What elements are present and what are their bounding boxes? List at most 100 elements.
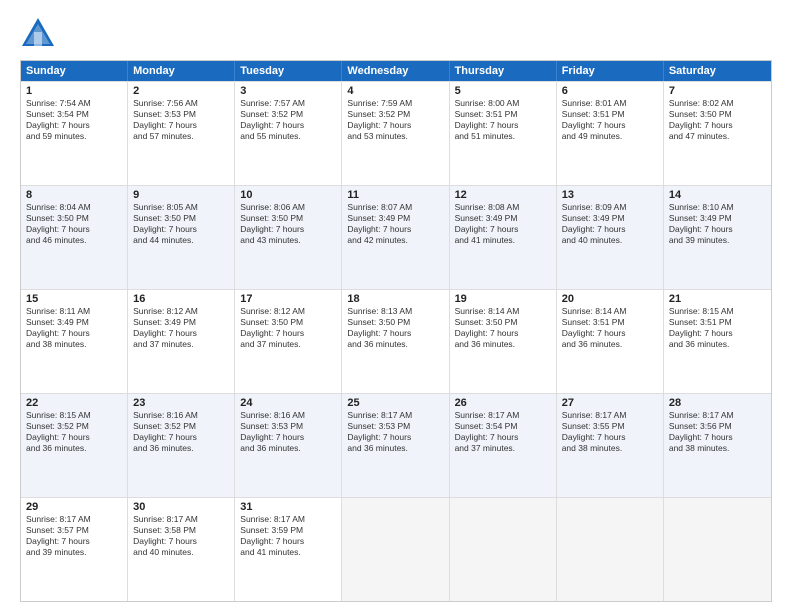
calendar-cell: 28Sunrise: 8:17 AM Sunset: 3:56 PM Dayli… — [664, 394, 771, 497]
cell-details: Sunrise: 8:10 AM Sunset: 3:49 PM Dayligh… — [669, 202, 766, 246]
header-day-saturday: Saturday — [664, 61, 771, 81]
day-number: 1 — [26, 85, 122, 97]
cell-details: Sunrise: 8:15 AM Sunset: 3:51 PM Dayligh… — [669, 306, 766, 350]
cell-details: Sunrise: 8:08 AM Sunset: 3:49 PM Dayligh… — [455, 202, 551, 246]
day-number: 29 — [26, 501, 122, 513]
day-number: 4 — [347, 85, 443, 97]
day-number: 21 — [669, 293, 766, 305]
cell-details: Sunrise: 8:17 AM Sunset: 3:55 PM Dayligh… — [562, 410, 658, 454]
day-number: 30 — [133, 501, 229, 513]
cell-details: Sunrise: 8:17 AM Sunset: 3:57 PM Dayligh… — [26, 514, 122, 558]
calendar-cell: 27Sunrise: 8:17 AM Sunset: 3:55 PM Dayli… — [557, 394, 664, 497]
day-number: 26 — [455, 397, 551, 409]
day-number: 14 — [669, 189, 766, 201]
calendar-cell: 16Sunrise: 8:12 AM Sunset: 3:49 PM Dayli… — [128, 290, 235, 393]
cell-details: Sunrise: 8:17 AM Sunset: 3:54 PM Dayligh… — [455, 410, 551, 454]
calendar-cell — [342, 498, 449, 601]
calendar-cell: 10Sunrise: 8:06 AM Sunset: 3:50 PM Dayli… — [235, 186, 342, 289]
cell-details: Sunrise: 8:00 AM Sunset: 3:51 PM Dayligh… — [455, 98, 551, 142]
calendar-row-5: 29Sunrise: 8:17 AM Sunset: 3:57 PM Dayli… — [21, 497, 771, 601]
day-number: 9 — [133, 189, 229, 201]
calendar-cell: 17Sunrise: 8:12 AM Sunset: 3:50 PM Dayli… — [235, 290, 342, 393]
calendar-cell: 14Sunrise: 8:10 AM Sunset: 3:49 PM Dayli… — [664, 186, 771, 289]
day-number: 31 — [240, 501, 336, 513]
calendar-cell: 3Sunrise: 7:57 AM Sunset: 3:52 PM Daylig… — [235, 82, 342, 185]
day-number: 18 — [347, 293, 443, 305]
calendar-cell: 2Sunrise: 7:56 AM Sunset: 3:53 PM Daylig… — [128, 82, 235, 185]
header-day-wednesday: Wednesday — [342, 61, 449, 81]
calendar-cell: 22Sunrise: 8:15 AM Sunset: 3:52 PM Dayli… — [21, 394, 128, 497]
calendar-body: 1Sunrise: 7:54 AM Sunset: 3:54 PM Daylig… — [21, 81, 771, 601]
calendar-cell: 6Sunrise: 8:01 AM Sunset: 3:51 PM Daylig… — [557, 82, 664, 185]
cell-details: Sunrise: 8:12 AM Sunset: 3:50 PM Dayligh… — [240, 306, 336, 350]
cell-details: Sunrise: 7:59 AM Sunset: 3:52 PM Dayligh… — [347, 98, 443, 142]
day-number: 17 — [240, 293, 336, 305]
calendar-cell: 4Sunrise: 7:59 AM Sunset: 3:52 PM Daylig… — [342, 82, 449, 185]
calendar-cell: 7Sunrise: 8:02 AM Sunset: 3:50 PM Daylig… — [664, 82, 771, 185]
day-number: 24 — [240, 397, 336, 409]
cell-details: Sunrise: 8:16 AM Sunset: 3:52 PM Dayligh… — [133, 410, 229, 454]
calendar-cell: 15Sunrise: 8:11 AM Sunset: 3:49 PM Dayli… — [21, 290, 128, 393]
calendar-row-3: 15Sunrise: 8:11 AM Sunset: 3:49 PM Dayli… — [21, 289, 771, 393]
calendar-cell: 5Sunrise: 8:00 AM Sunset: 3:51 PM Daylig… — [450, 82, 557, 185]
calendar-cell: 18Sunrise: 8:13 AM Sunset: 3:50 PM Dayli… — [342, 290, 449, 393]
header-day-monday: Monday — [128, 61, 235, 81]
calendar-cell: 29Sunrise: 8:17 AM Sunset: 3:57 PM Dayli… — [21, 498, 128, 601]
calendar-cell: 20Sunrise: 8:14 AM Sunset: 3:51 PM Dayli… — [557, 290, 664, 393]
cell-details: Sunrise: 8:12 AM Sunset: 3:49 PM Dayligh… — [133, 306, 229, 350]
cell-details: Sunrise: 8:17 AM Sunset: 3:59 PM Dayligh… — [240, 514, 336, 558]
cell-details: Sunrise: 8:07 AM Sunset: 3:49 PM Dayligh… — [347, 202, 443, 246]
calendar-cell: 26Sunrise: 8:17 AM Sunset: 3:54 PM Dayli… — [450, 394, 557, 497]
calendar-cell: 11Sunrise: 8:07 AM Sunset: 3:49 PM Dayli… — [342, 186, 449, 289]
calendar-cell: 23Sunrise: 8:16 AM Sunset: 3:52 PM Dayli… — [128, 394, 235, 497]
calendar-cell: 12Sunrise: 8:08 AM Sunset: 3:49 PM Dayli… — [450, 186, 557, 289]
logo-icon — [20, 16, 56, 52]
day-number: 16 — [133, 293, 229, 305]
calendar-cell: 8Sunrise: 8:04 AM Sunset: 3:50 PM Daylig… — [21, 186, 128, 289]
calendar-cell — [450, 498, 557, 601]
header-day-sunday: Sunday — [21, 61, 128, 81]
day-number: 28 — [669, 397, 766, 409]
calendar-row-1: 1Sunrise: 7:54 AM Sunset: 3:54 PM Daylig… — [21, 81, 771, 185]
day-number: 20 — [562, 293, 658, 305]
cell-details: Sunrise: 8:17 AM Sunset: 3:58 PM Dayligh… — [133, 514, 229, 558]
day-number: 11 — [347, 189, 443, 201]
cell-details: Sunrise: 8:17 AM Sunset: 3:53 PM Dayligh… — [347, 410, 443, 454]
cell-details: Sunrise: 8:15 AM Sunset: 3:52 PM Dayligh… — [26, 410, 122, 454]
day-number: 22 — [26, 397, 122, 409]
cell-details: Sunrise: 8:01 AM Sunset: 3:51 PM Dayligh… — [562, 98, 658, 142]
cell-details: Sunrise: 8:17 AM Sunset: 3:56 PM Dayligh… — [669, 410, 766, 454]
day-number: 19 — [455, 293, 551, 305]
day-number: 7 — [669, 85, 766, 97]
calendar-cell: 25Sunrise: 8:17 AM Sunset: 3:53 PM Dayli… — [342, 394, 449, 497]
day-number: 6 — [562, 85, 658, 97]
cell-details: Sunrise: 7:56 AM Sunset: 3:53 PM Dayligh… — [133, 98, 229, 142]
cell-details: Sunrise: 8:14 AM Sunset: 3:50 PM Dayligh… — [455, 306, 551, 350]
cell-details: Sunrise: 7:57 AM Sunset: 3:52 PM Dayligh… — [240, 98, 336, 142]
cell-details: Sunrise: 8:04 AM Sunset: 3:50 PM Dayligh… — [26, 202, 122, 246]
calendar-header: SundayMondayTuesdayWednesdayThursdayFrid… — [21, 61, 771, 81]
cell-details: Sunrise: 8:05 AM Sunset: 3:50 PM Dayligh… — [133, 202, 229, 246]
day-number: 2 — [133, 85, 229, 97]
page: SundayMondayTuesdayWednesdayThursdayFrid… — [0, 0, 792, 612]
header-day-thursday: Thursday — [450, 61, 557, 81]
cell-details: Sunrise: 8:14 AM Sunset: 3:51 PM Dayligh… — [562, 306, 658, 350]
logo — [20, 16, 60, 52]
cell-details: Sunrise: 8:13 AM Sunset: 3:50 PM Dayligh… — [347, 306, 443, 350]
day-number: 23 — [133, 397, 229, 409]
calendar-cell: 1Sunrise: 7:54 AM Sunset: 3:54 PM Daylig… — [21, 82, 128, 185]
cell-details: Sunrise: 8:06 AM Sunset: 3:50 PM Dayligh… — [240, 202, 336, 246]
day-number: 27 — [562, 397, 658, 409]
calendar-cell: 30Sunrise: 8:17 AM Sunset: 3:58 PM Dayli… — [128, 498, 235, 601]
cell-details: Sunrise: 7:54 AM Sunset: 3:54 PM Dayligh… — [26, 98, 122, 142]
header — [20, 16, 772, 52]
calendar-cell: 21Sunrise: 8:15 AM Sunset: 3:51 PM Dayli… — [664, 290, 771, 393]
cell-details: Sunrise: 8:09 AM Sunset: 3:49 PM Dayligh… — [562, 202, 658, 246]
cell-details: Sunrise: 8:11 AM Sunset: 3:49 PM Dayligh… — [26, 306, 122, 350]
calendar-cell — [664, 498, 771, 601]
day-number: 13 — [562, 189, 658, 201]
day-number: 10 — [240, 189, 336, 201]
calendar-cell — [557, 498, 664, 601]
calendar-cell: 13Sunrise: 8:09 AM Sunset: 3:49 PM Dayli… — [557, 186, 664, 289]
day-number: 15 — [26, 293, 122, 305]
